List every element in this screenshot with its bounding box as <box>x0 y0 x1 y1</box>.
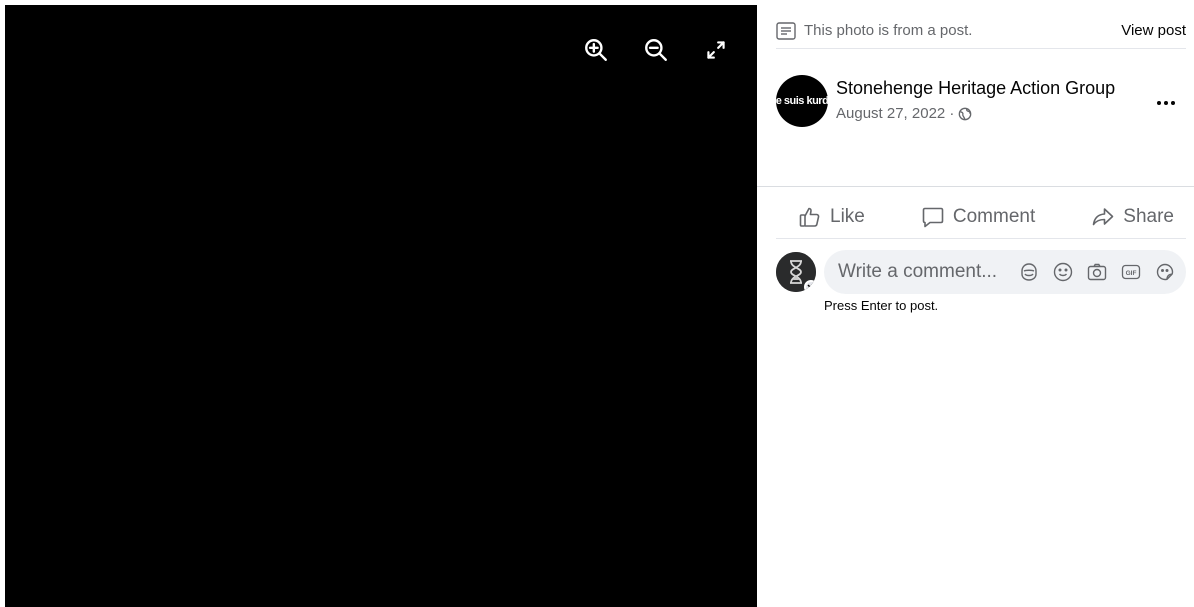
comment-composer: GIF <box>776 250 1186 296</box>
share-label: Share <box>1123 205 1174 227</box>
author-name[interactable]: Stonehenge Heritage Action Group <box>836 78 1115 99</box>
sticker-icon <box>1156 263 1174 281</box>
emoji-icon <box>1053 262 1073 282</box>
svg-text:GIF: GIF <box>1126 270 1137 277</box>
camera-button[interactable] <box>1086 261 1108 283</box>
chevron-down-icon <box>807 284 815 290</box>
comment-label: Comment <box>952 205 1036 227</box>
post-icon <box>776 21 796 40</box>
like-label: Like <box>830 205 865 227</box>
post-notice: This photo is from a post. View post <box>776 17 1186 49</box>
post-author: Je suis kurde Stonehenge Heritage Action… <box>776 75 1182 129</box>
comment-input[interactable] <box>838 261 1018 283</box>
zoom-in-icon <box>585 39 607 61</box>
account-switch-badge[interactable] <box>804 280 816 292</box>
comment-icon <box>922 207 944 227</box>
composer-icons: GIF <box>1018 261 1176 283</box>
post-date[interactable]: August 27, 2022 · <box>836 105 954 122</box>
zoom-out-button[interactable] <box>641 35 671 65</box>
photo-viewer[interactable] <box>5 5 757 607</box>
share-icon <box>1092 207 1114 225</box>
post-side-panel: This photo is from a post. View post Je … <box>757 5 1194 607</box>
comment-box: GIF <box>824 250 1186 294</box>
more-options-button[interactable] <box>1150 89 1182 117</box>
fullscreen-button[interactable] <box>701 35 731 65</box>
view-post-link[interactable]: View post <box>1121 22 1186 39</box>
fullscreen-icon <box>707 41 725 59</box>
post-meta: August 27, 2022 · <box>836 105 972 122</box>
post-actions: Like Comment Share <box>776 195 1186 239</box>
camera-icon <box>1087 263 1107 281</box>
divider <box>757 186 1194 187</box>
avatar-sticker-button[interactable] <box>1018 261 1040 283</box>
current-user-avatar[interactable] <box>776 252 816 292</box>
emoji-button[interactable] <box>1052 261 1074 283</box>
like-button[interactable]: Like <box>798 205 865 229</box>
gif-button[interactable]: GIF <box>1120 261 1142 283</box>
more-options-dot <box>1171 101 1175 105</box>
press-enter-hint: Press Enter to post. <box>824 298 939 313</box>
post-notice-text: This photo is from a post. <box>804 22 973 39</box>
post-notice-left: This photo is from a post. <box>776 21 973 40</box>
avatar-sticker-icon <box>1021 263 1037 281</box>
sticker-button[interactable] <box>1154 261 1176 283</box>
globe-icon <box>959 107 972 120</box>
gif-icon: GIF <box>1121 264 1141 280</box>
more-options-icon <box>1157 101 1161 105</box>
zoom-in-button[interactable] <box>581 35 611 65</box>
zoom-out-icon <box>645 39 667 61</box>
author-avatar[interactable]: Je suis kurde <box>776 75 828 127</box>
comment-button[interactable]: Comment <box>921 205 1035 229</box>
share-button[interactable]: Share <box>1091 205 1174 229</box>
thumbs-up-icon <box>799 207 820 227</box>
viewer-toolbar <box>581 35 731 65</box>
more-options-dot <box>1164 101 1168 105</box>
avatar-logo-text: Je suis kurde <box>776 95 828 107</box>
